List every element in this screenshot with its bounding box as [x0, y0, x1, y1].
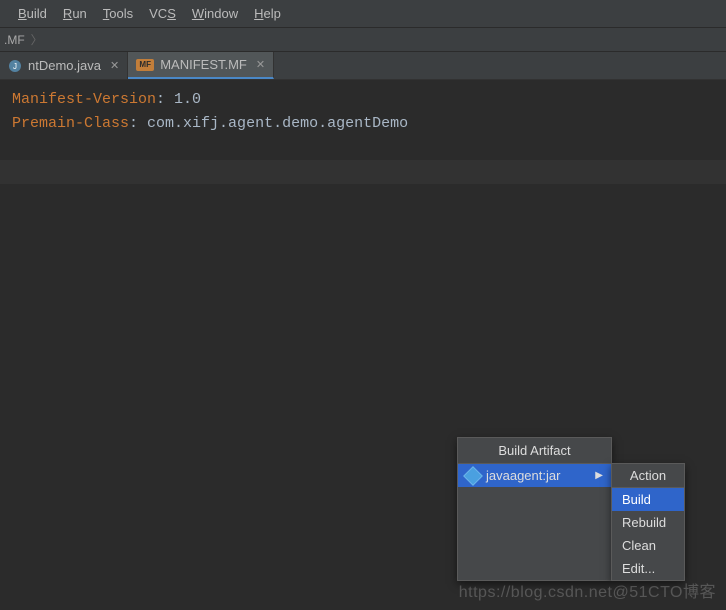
tab-bar: J ntDemo.java ✕ MF MANIFEST.MF ✕	[0, 52, 726, 80]
action-clean[interactable]: Clean	[612, 534, 684, 557]
chevron-right-icon: 〉	[31, 31, 43, 48]
manifest-icon: MF	[136, 59, 154, 71]
menu-bar: Build Run Tools VCS Window Help	[0, 0, 726, 28]
tab-manifest-file[interactable]: MF MANIFEST.MF ✕	[128, 52, 274, 79]
menu-run[interactable]: Run	[63, 6, 87, 21]
breadcrumb: .MF 〉	[0, 28, 726, 52]
chevron-right-icon: ▶	[595, 470, 603, 481]
artifact-icon	[463, 466, 483, 486]
action-rebuild[interactable]: Rebuild	[612, 511, 684, 534]
code-line: Manifest-Version: 1.0	[12, 88, 714, 112]
artifact-label: javaagent:jar	[486, 468, 560, 483]
tab-label: ntDemo.java	[28, 58, 101, 73]
menu-tools[interactable]: Tools	[103, 6, 133, 21]
close-icon[interactable]: ✕	[110, 59, 119, 72]
artifact-list: Build Artifact javaagent:jar ▶	[457, 437, 612, 581]
caret-line-highlight	[0, 160, 726, 184]
build-artifact-popup: Build Artifact javaagent:jar ▶ Action Bu…	[457, 437, 685, 581]
action-edit[interactable]: Edit...	[612, 557, 684, 580]
popup-title: Build Artifact	[458, 438, 611, 464]
submenu-title: Action	[612, 464, 684, 488]
action-build[interactable]: Build	[612, 488, 684, 511]
action-submenu: Action Build Rebuild Clean Edit...	[611, 463, 685, 581]
menu-vcs[interactable]: VCS	[149, 6, 176, 21]
menu-window[interactable]: Window	[192, 6, 238, 21]
menu-build[interactable]: Build	[18, 6, 47, 21]
tab-java-file[interactable]: J ntDemo.java ✕	[0, 52, 128, 79]
tab-label: MANIFEST.MF	[160, 57, 247, 72]
breadcrumb-segment[interactable]: .MF	[0, 33, 31, 47]
close-icon[interactable]: ✕	[256, 58, 265, 71]
menu-help[interactable]: Help	[254, 6, 281, 21]
java-icon: J	[8, 59, 22, 73]
artifact-item[interactable]: javaagent:jar ▶	[458, 464, 611, 487]
svg-text:J: J	[13, 62, 17, 71]
code-line: Premain-Class: com.xifj.agent.demo.agent…	[12, 112, 714, 136]
